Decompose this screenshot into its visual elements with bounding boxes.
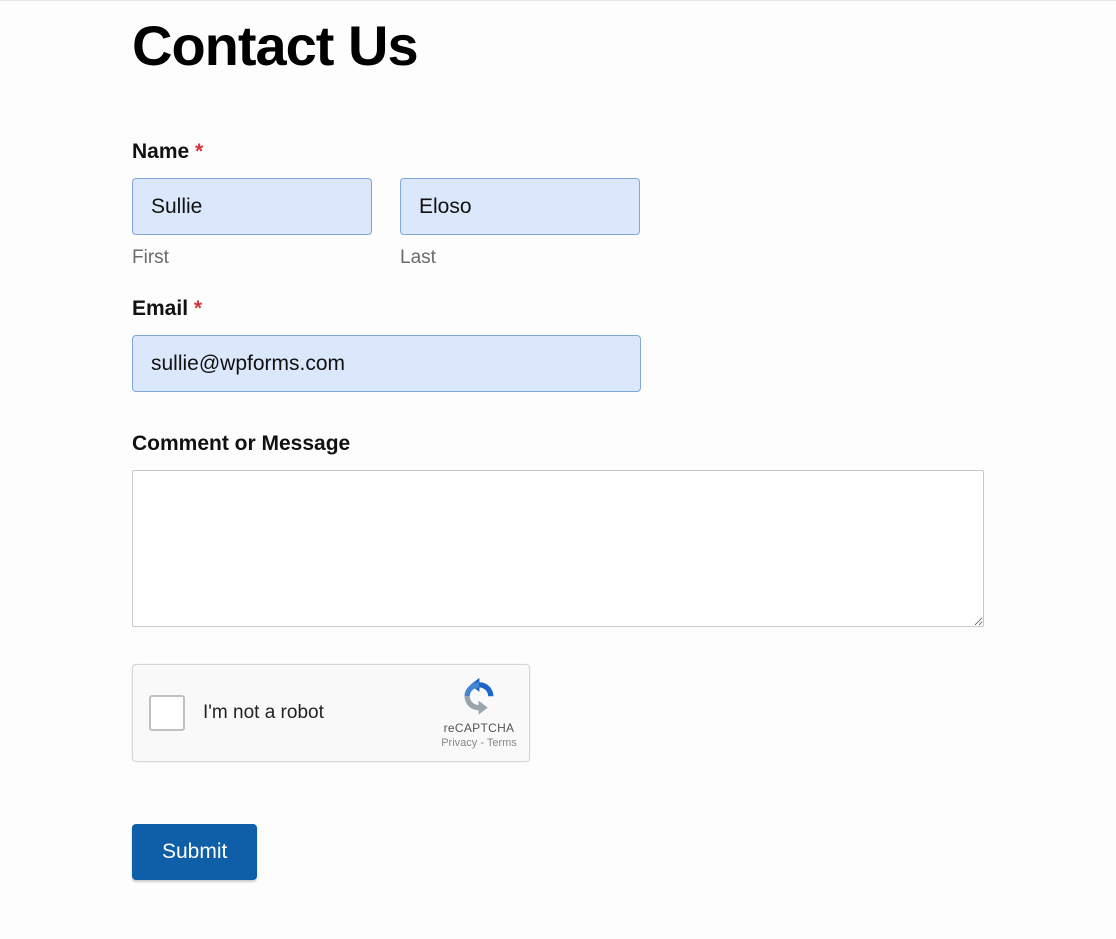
last-name-input[interactable] [400,178,640,235]
email-label: Email * [132,297,984,321]
first-name-input[interactable] [132,178,372,235]
comment-label: Comment or Message [132,432,984,456]
comment-textarea[interactable] [132,470,984,627]
recaptcha-label: I'm not a robot [203,702,437,724]
comment-field-group: Comment or Message [132,432,984,632]
name-label-text: Name [132,140,189,163]
recaptcha-checkbox[interactable] [149,695,185,731]
first-name-sublabel: First [132,247,372,269]
email-input[interactable] [132,335,641,392]
recaptcha-privacy-link[interactable]: Privacy [441,737,477,749]
recaptcha-icon [458,677,500,719]
name-label: Name * [132,140,984,164]
recaptcha-separator: - [477,737,487,749]
last-name-sublabel: Last [400,247,640,269]
recaptcha-widget: I'm not a robot reCAPTCHA Privacy - Term… [132,664,530,762]
page-title: Contact Us [132,13,984,78]
required-asterisk: * [194,297,202,320]
email-field-group: Email * [132,297,984,392]
email-label-text: Email [132,297,188,320]
recaptcha-brand-text: reCAPTCHA [444,721,515,735]
required-asterisk: * [195,140,203,163]
submit-button[interactable]: Submit [132,824,257,880]
recaptcha-links: Privacy - Terms [441,737,517,749]
name-field-group: Name * First Last [132,140,984,269]
recaptcha-branding: reCAPTCHA Privacy - Terms [437,677,529,749]
recaptcha-terms-link[interactable]: Terms [487,737,517,749]
